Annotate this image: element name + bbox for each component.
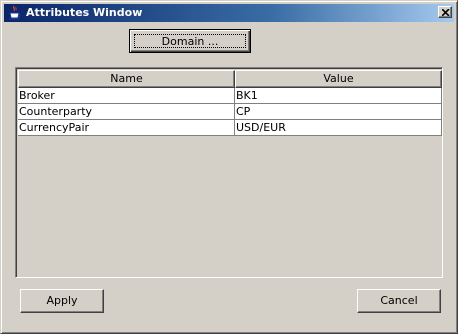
table-cell-value[interactable]: CP [235, 104, 442, 120]
window-title: Attributes Window [26, 6, 143, 19]
column-header-name[interactable]: Name [18, 70, 235, 88]
close-icon [442, 9, 450, 16]
apply-button[interactable]: Apply [20, 289, 104, 313]
domain-button[interactable]: Domain ... [129, 29, 251, 53]
table-cell-value[interactable]: USD/EUR [235, 120, 442, 136]
domain-button-label: Domain ... [134, 34, 246, 48]
attributes-window: Attributes Window Domain ... Name Value … [0, 0, 458, 334]
table-row[interactable]: Counterparty CP [18, 104, 442, 120]
cancel-button[interactable]: Cancel [357, 289, 441, 313]
attributes-table: Name Value Broker BK1 Counterparty CP Cu… [15, 67, 443, 278]
table-cell-name[interactable]: Broker [18, 88, 235, 104]
title-bar[interactable]: Attributes Window [4, 4, 454, 22]
java-cup-icon [7, 5, 23, 21]
table-cell-name[interactable]: Counterparty [18, 104, 235, 120]
table-cell-name[interactable]: CurrencyPair [18, 120, 235, 136]
table-header: Name Value [18, 70, 442, 88]
table-row[interactable]: Broker BK1 [18, 88, 442, 104]
table-row[interactable]: CurrencyPair USD/EUR [18, 120, 442, 136]
column-header-value[interactable]: Value [235, 70, 442, 88]
close-button[interactable] [438, 6, 452, 18]
table-cell-value[interactable]: BK1 [235, 88, 442, 104]
